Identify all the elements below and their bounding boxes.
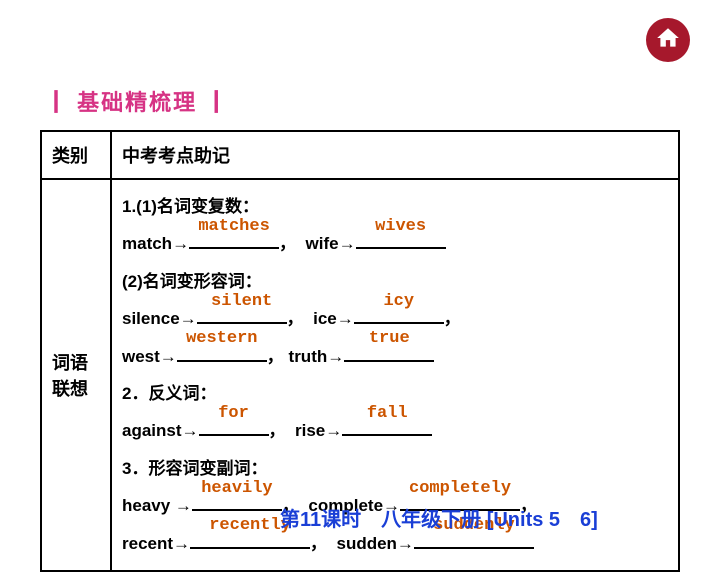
ans-west: western <box>177 320 267 357</box>
section-title: ┃ 基础精梳理 ┃ <box>45 85 229 117</box>
blank-rise: fall <box>342 416 432 436</box>
word-match: match→ <box>122 234 189 253</box>
header-category: 类别 <box>41 131 111 179</box>
ans-truth: true <box>344 320 434 357</box>
word-heavy: heavy → <box>122 496 192 515</box>
word-recent: recent→ <box>122 534 190 553</box>
blank-match: matches <box>189 229 279 249</box>
word-truth: truth→ <box>289 347 345 366</box>
word-rise: rise→ <box>295 421 342 440</box>
blank-against: for <box>199 416 269 436</box>
word-wife: wife→ <box>306 234 356 253</box>
word-west: west→ <box>122 347 177 366</box>
ans-against: for <box>199 395 269 432</box>
home-button[interactable] <box>646 18 690 62</box>
ans-heavy: heavily <box>192 470 282 507</box>
ans-match: matches <box>189 208 279 245</box>
word-sudden: sudden→ <box>336 534 413 553</box>
ans-ice: icy <box>354 283 444 320</box>
home-icon <box>655 25 681 56</box>
footer-lesson: 第11课时 八年级下册 [Units 5 6] <box>280 503 598 532</box>
ans-silence: silent <box>197 283 287 320</box>
blank-wife: wives <box>356 229 446 249</box>
table-header-row: 类别 中考考点助记 <box>41 131 679 179</box>
blank-west: western <box>177 341 267 361</box>
ans-wife: wives <box>356 208 446 245</box>
word-against: against→ <box>122 421 199 440</box>
blank-truth: true <box>344 341 434 361</box>
ans-complete: completely <box>400 470 520 507</box>
row-label: 词语联想 <box>41 179 111 571</box>
header-notes: 中考考点助记 <box>111 131 679 179</box>
ans-rise: fall <box>342 395 432 432</box>
